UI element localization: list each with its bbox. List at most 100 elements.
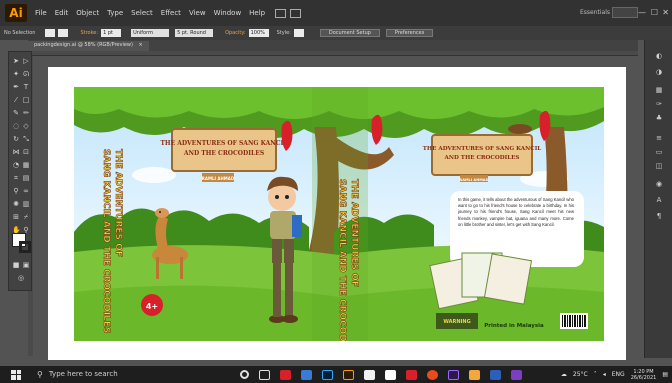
weather-temp[interactable]: 25°C: [573, 371, 588, 378]
color-guide-icon[interactable]: ◑: [653, 68, 665, 77]
menu-object[interactable]: Object: [76, 9, 99, 17]
help-search-input[interactable]: [612, 7, 638, 18]
arrange-documents-icon[interactable]: [290, 8, 302, 18]
task-view-icon[interactable]: [259, 369, 270, 380]
app-icon[interactable]: [511, 369, 522, 380]
opera-icon[interactable]: [427, 369, 438, 380]
notepad-icon[interactable]: [364, 369, 375, 380]
character-panel-icon[interactable]: A: [653, 196, 665, 205]
lasso-tool-icon[interactable]: ᘏ: [22, 70, 30, 78]
perspective-grid-tool-icon[interactable]: ▦: [22, 161, 30, 169]
rectangle-tool-icon[interactable]: □: [22, 96, 30, 104]
gradient-mode-icon[interactable]: ▣: [22, 261, 30, 269]
eraser-tool-icon[interactable]: ◇: [22, 122, 30, 130]
transparency-panel-icon[interactable]: ◫: [653, 162, 665, 171]
blend-tool-icon[interactable]: ∞: [22, 187, 30, 195]
bridge-icon[interactable]: [275, 8, 287, 18]
color-mode-icon[interactable]: ■: [12, 261, 20, 269]
symbol-sprayer-tool-icon[interactable]: ✺: [12, 200, 20, 208]
paragraph-panel-icon[interactable]: ¶: [653, 212, 665, 221]
menu-type[interactable]: Type: [107, 9, 123, 17]
age-badge-label: 4+: [146, 302, 158, 311]
rotate-tool-icon[interactable]: ↻: [12, 135, 20, 143]
direct-selection-tool-icon[interactable]: ▷: [22, 57, 30, 65]
column-graph-tool-icon[interactable]: ▥: [22, 200, 30, 208]
preferences-button[interactable]: Preferences: [385, 29, 434, 37]
artboard-tool-icon[interactable]: ⊞: [12, 213, 20, 221]
graphic-style-swatch[interactable]: [293, 29, 304, 37]
tray-up-icon[interactable]: ˄: [594, 371, 597, 378]
fill-swatch[interactable]: [45, 29, 56, 37]
cortana-icon[interactable]: [240, 370, 249, 379]
taskbar-search-input[interactable]: ⚲ Type here to search: [37, 368, 182, 381]
symbols-panel-icon[interactable]: ♣: [653, 114, 665, 123]
stroke-color-swatch[interactable]: [19, 241, 31, 253]
opacity-field[interactable]: 100%: [248, 29, 269, 37]
stroke-panel-icon[interactable]: ≡: [653, 134, 665, 143]
width-tool-icon[interactable]: ⋈: [12, 148, 20, 156]
premiere-icon[interactable]: [448, 369, 459, 380]
stroke-swatch[interactable]: [58, 29, 69, 37]
gradient-tool-icon[interactable]: ▤: [22, 174, 30, 182]
slice-tool-icon[interactable]: ⌿: [22, 213, 30, 221]
maximize-button[interactable]: ☐: [651, 8, 658, 17]
acrobat-icon[interactable]: [406, 369, 417, 380]
eyedropper-tool-icon[interactable]: ⚲: [12, 187, 20, 195]
mesh-tool-icon[interactable]: ⌗: [12, 174, 20, 182]
illustrator-taskbar-icon[interactable]: [343, 369, 354, 380]
menu-edit[interactable]: Edit: [55, 9, 69, 17]
paintbrush-tool-icon[interactable]: ✎: [12, 109, 20, 117]
menu-help[interactable]: Help: [249, 9, 265, 17]
document-setup-button[interactable]: Document Setup: [319, 29, 380, 37]
stroke-weight-field[interactable]: 1 pt: [101, 29, 122, 37]
close-button[interactable]: ✕: [662, 8, 669, 17]
minimize-button[interactable]: —: [638, 8, 646, 17]
volume-icon[interactable]: ◂: [603, 371, 606, 378]
free-transform-tool-icon[interactable]: ⊡: [22, 148, 30, 156]
type-tool-icon[interactable]: T: [22, 83, 30, 91]
line-tool-icon[interactable]: ⁄: [12, 96, 20, 104]
search-placeholder: Type here to search: [48, 370, 118, 378]
menu-select[interactable]: Select: [131, 9, 153, 17]
stroke-label[interactable]: Stroke:: [80, 30, 98, 36]
horizontal-ruler[interactable]: [28, 51, 638, 56]
opacity-label[interactable]: Opacity:: [225, 30, 246, 36]
printed-text: Printed in Malaysia: [484, 323, 544, 329]
menu-file[interactable]: File: [35, 9, 47, 17]
variable-width-profile[interactable]: Uniform: [131, 29, 170, 37]
swatches-panel-icon[interactable]: ▦: [653, 86, 665, 95]
shape-builder-tool-icon[interactable]: ◔: [12, 161, 20, 169]
word-icon[interactable]: [490, 369, 501, 380]
front-author: RAMLI AHMAD: [202, 176, 235, 181]
draw-mode-icon[interactable]: ◎: [17, 274, 25, 282]
close-tab-icon[interactable]: ×: [139, 42, 143, 48]
photoshop-icon[interactable]: [322, 369, 333, 380]
workspace-switcher[interactable]: Essentials: [580, 9, 610, 16]
artboard[interactable]: THE ADVENTURES OF SANG KANCIL AND THE CR…: [48, 67, 626, 360]
color-panel-icon[interactable]: ◐: [653, 52, 665, 61]
pencil-tool-icon[interactable]: ✏: [22, 109, 30, 117]
front-title-line2: AND THE CROCODILES: [183, 150, 264, 157]
language-indicator[interactable]: ENG: [612, 371, 625, 378]
document-icon[interactable]: [385, 369, 396, 380]
menu-effect[interactable]: Effect: [161, 9, 181, 17]
weather-icon[interactable]: ☁: [561, 371, 567, 378]
app-icon[interactable]: [469, 369, 480, 380]
mail-app-icon[interactable]: [280, 369, 291, 380]
blob-brush-tool-icon[interactable]: ◌: [12, 122, 20, 130]
magic-wand-tool-icon[interactable]: ✦: [12, 70, 20, 78]
scale-tool-icon[interactable]: ⤡: [22, 135, 30, 143]
brushes-panel-icon[interactable]: ✑: [653, 100, 665, 109]
menu-window[interactable]: Window: [214, 9, 242, 17]
taskbar-clock[interactable]: 1:20 PM 26/6/2021: [631, 369, 657, 381]
gradient-panel-icon[interactable]: ▭: [653, 148, 665, 157]
appearance-panel-icon[interactable]: ◉: [653, 180, 665, 189]
brush-definition[interactable]: 5 pt. Round: [175, 29, 214, 37]
windows-start-icon[interactable]: [11, 369, 21, 380]
menu-view[interactable]: View: [189, 9, 206, 17]
pen-tool-icon[interactable]: ✒: [12, 83, 20, 91]
notifications-icon[interactable]: ▤: [662, 371, 668, 378]
document-tab[interactable]: packingdesign.ai @ 58% (RGB/Preview) ×: [28, 41, 149, 51]
file-explorer-icon[interactable]: [301, 369, 312, 380]
selection-tool-icon[interactable]: ➤: [12, 57, 20, 65]
